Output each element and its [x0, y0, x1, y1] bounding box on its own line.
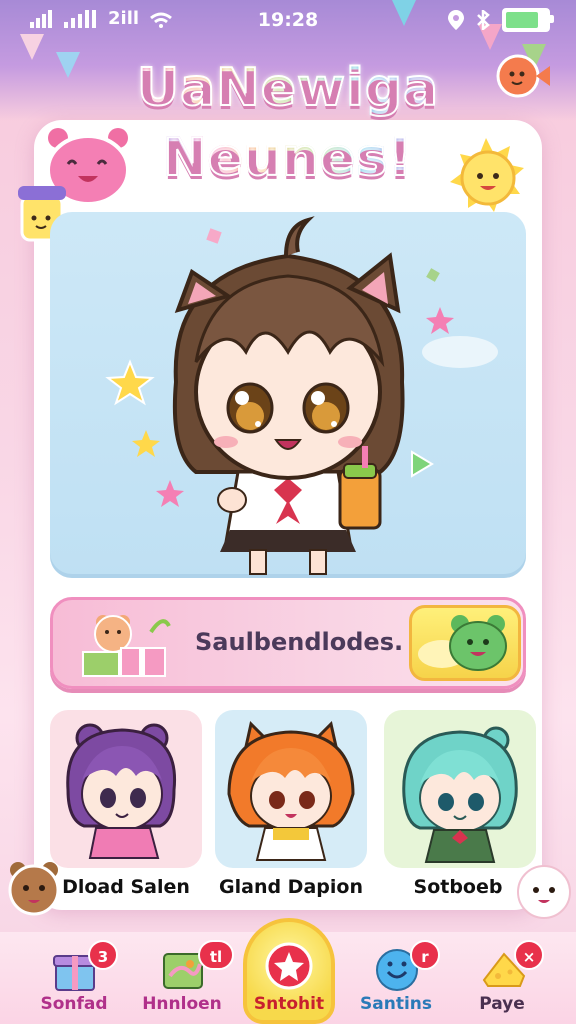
tab-hnnloen[interactable]: tl Hnnloen: [132, 932, 234, 1024]
gift-boxes-icon: [82, 615, 171, 677]
tab-badge: 3: [88, 940, 118, 970]
tab-badge: r: [410, 940, 440, 970]
location-icon: [448, 10, 464, 30]
promo-banner[interactable]: Saulbendlodes.: [50, 597, 526, 689]
tab-label: Sntohit: [253, 994, 325, 1014]
tab-label: Hnnloen: [142, 994, 222, 1014]
character-name-2: Gland Dapion: [219, 876, 363, 898]
ghost-plush-icon: [517, 865, 571, 919]
star-icon: [265, 942, 313, 990]
character-card-3[interactable]: [384, 710, 536, 868]
status-bar: 2ill 19:28: [0, 0, 576, 40]
tab-badge: ×: [514, 940, 544, 970]
green-bear-icon: [418, 615, 507, 671]
hero-character-panel[interactable]: [50, 212, 526, 578]
orange-hair-character-illustration: [227, 721, 355, 861]
purple-hair-character-illustration: [66, 723, 177, 859]
tab-santins[interactable]: r Santins: [346, 932, 446, 1024]
tab-sonfad[interactable]: 3 Sonfad: [24, 932, 124, 1024]
tab-paye[interactable]: × Paye: [452, 932, 552, 1024]
tab-sntohit[interactable]: Sntohit: [239, 932, 339, 1024]
teal-hair-character-illustration: [402, 726, 518, 863]
hero-character-illustration: [105, 216, 498, 575]
tab-label: Paye: [479, 994, 525, 1014]
character-card-1[interactable]: [50, 710, 202, 868]
tab-badge: tl: [198, 940, 234, 970]
bear-plush-icon: [8, 862, 60, 916]
battery-fill: [506, 12, 539, 28]
banner-label: Saulbendlodes.: [195, 628, 404, 656]
banner-action-button[interactable]: [409, 605, 521, 681]
status-right: [448, 8, 554, 32]
title-text: Neunes!: [162, 127, 413, 189]
character-card-2[interactable]: [215, 710, 367, 868]
title-text: UaNewiga: [136, 57, 440, 119]
bluetooth-icon: [477, 10, 490, 30]
tab-label: Santins: [360, 994, 432, 1014]
tab-label: Sonfad: [40, 994, 108, 1014]
battery-icon: [502, 8, 554, 32]
fish-mascot-icon: [496, 54, 550, 98]
